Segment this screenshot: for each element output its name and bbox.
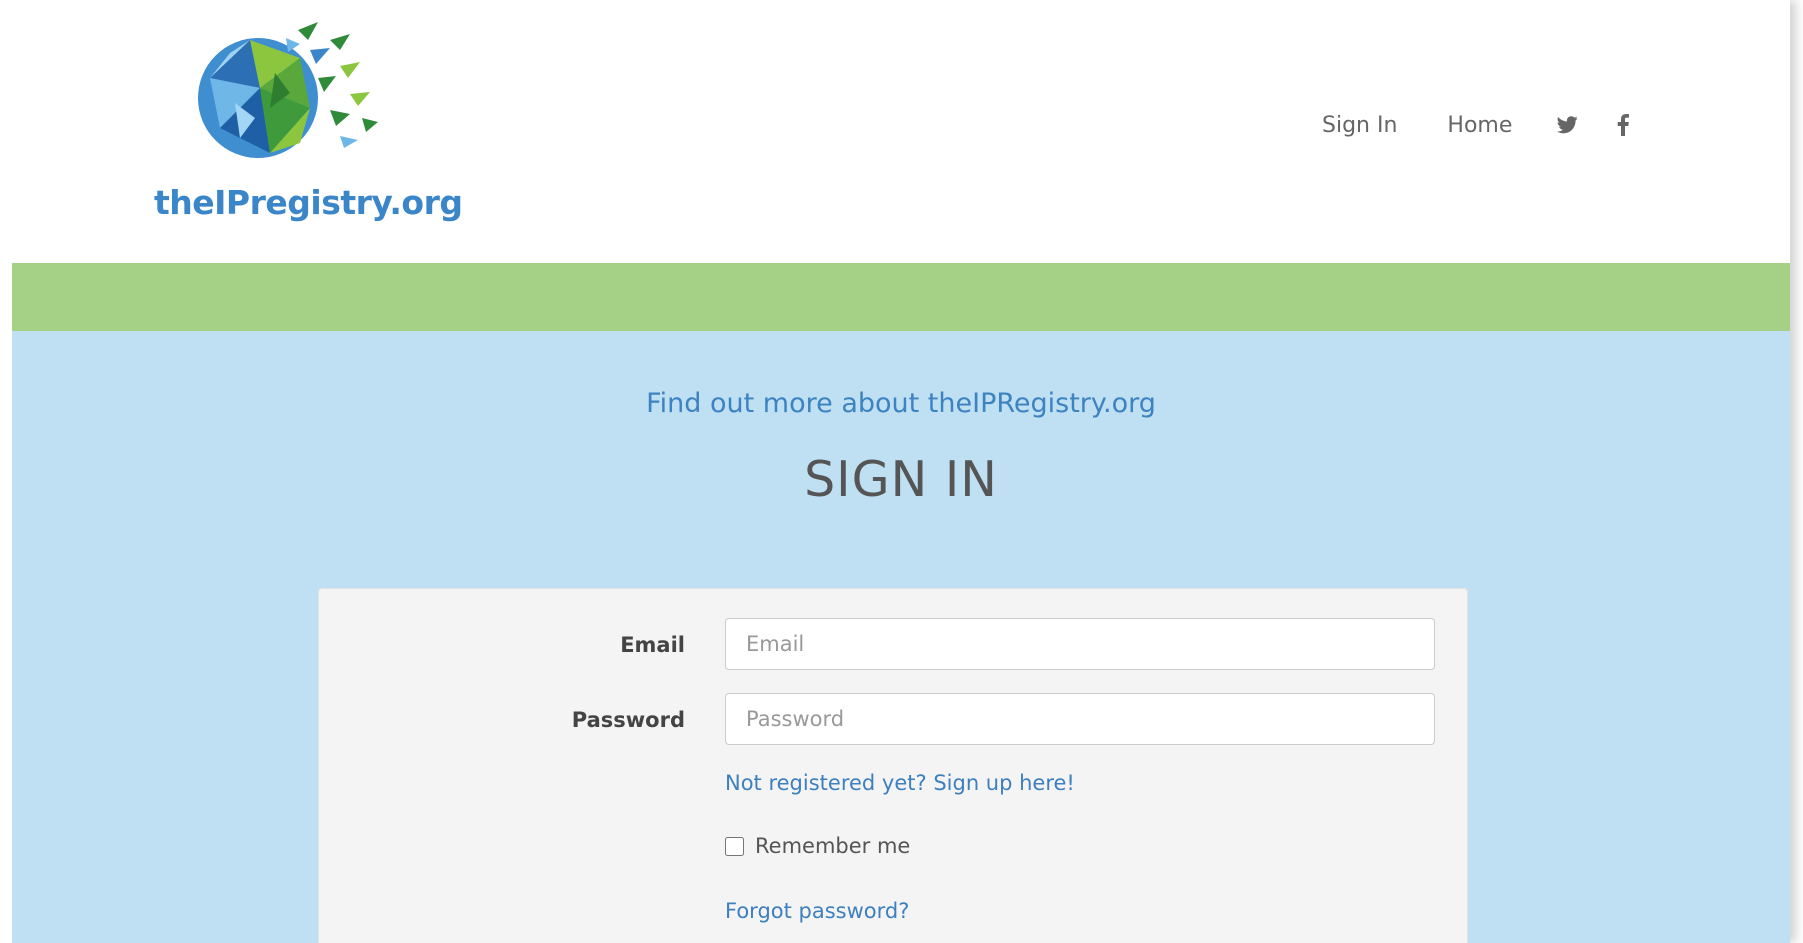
- email-label: Email: [620, 633, 685, 657]
- remember-me-label: Remember me: [755, 834, 911, 858]
- email-input[interactable]: [725, 618, 1435, 670]
- page-title: SIGN IN: [804, 451, 998, 508]
- password-input[interactable]: [725, 693, 1435, 745]
- sign-in-form: Email Password Not registered yet? Sign …: [318, 588, 1468, 943]
- sign-up-link[interactable]: Not registered yet? Sign up here!: [725, 771, 1075, 795]
- browser-page: theIPregistry.org Sign In Home Find out …: [0, 0, 1790, 943]
- green-banner-band: [12, 263, 1790, 331]
- nav-home-link[interactable]: Home: [1447, 113, 1512, 138]
- sign-in-section: Find out more about theIPRegistry.org SI…: [12, 331, 1790, 943]
- find-out-more-link[interactable]: Find out more about theIPRegistry.org: [12, 388, 1790, 419]
- globe-logo-icon: [198, 22, 378, 158]
- forgot-password-link[interactable]: Forgot password?: [725, 899, 909, 923]
- remember-me-checkbox[interactable]: [725, 836, 744, 856]
- facebook-icon[interactable]: [1610, 112, 1636, 138]
- site-header: theIPregistry.org Sign In Home: [0, 0, 1790, 263]
- logo-text: theIPregistry.org: [154, 183, 463, 222]
- site-logo[interactable]: theIPregistry.org: [150, 18, 463, 228]
- remember-me-option[interactable]: Remember me: [725, 834, 910, 858]
- nav-sign-in-link[interactable]: Sign In: [1322, 113, 1397, 138]
- top-nav: Sign In Home: [1322, 108, 1636, 142]
- password-label: Password: [571, 708, 685, 732]
- twitter-icon[interactable]: [1554, 112, 1580, 138]
